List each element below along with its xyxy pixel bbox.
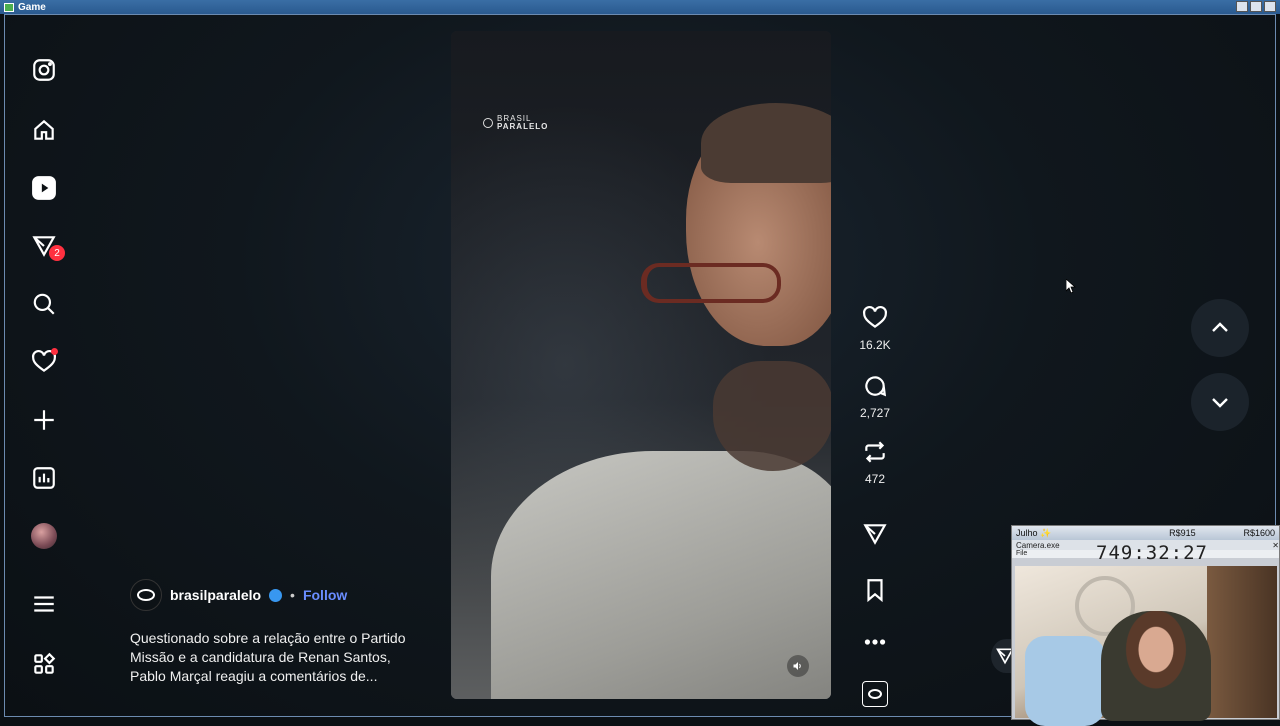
watermark-logo-icon (483, 118, 493, 128)
video-subject-body (491, 451, 831, 699)
previous-reel-button[interactable] (1191, 299, 1249, 357)
comment-button[interactable]: 2,727 (855, 373, 895, 420)
profile-avatar[interactable] (29, 521, 59, 551)
post-author: brasilparalelo • Follow (130, 579, 347, 611)
notification-dot (51, 348, 58, 355)
window-titlebar: Game (0, 0, 1280, 14)
heart-icon (863, 305, 887, 328)
search-icon[interactable] (29, 289, 59, 319)
minimize-button[interactable] (1236, 1, 1248, 12)
separator-dot: • (290, 587, 295, 603)
camera-close-icon[interactable]: ✕ (1272, 541, 1279, 550)
app-icon (4, 2, 14, 12)
audio-source-icon (862, 681, 888, 707)
maximize-button[interactable] (1250, 1, 1262, 12)
apps-icon[interactable] (29, 649, 59, 679)
mouse-cursor-icon (1065, 278, 1077, 298)
more-options-button[interactable] (855, 629, 895, 660)
instagram-logo-icon[interactable] (29, 55, 59, 85)
video-watermark: BRASIL PARALELO (483, 115, 548, 131)
author-avatar[interactable] (130, 579, 162, 611)
create-icon[interactable] (29, 405, 59, 435)
author-username[interactable]: brasilparalelo (170, 587, 261, 603)
chevron-down-icon (1212, 398, 1228, 408)
video-subject-beard (713, 361, 831, 471)
window-title: Game (18, 1, 46, 13)
repost-button[interactable]: 472 (855, 439, 895, 486)
window-controls (1236, 1, 1276, 12)
more-menu-icon[interactable] (29, 589, 59, 619)
video-subject-glasses (641, 263, 781, 303)
reels-icon[interactable] (29, 173, 59, 203)
reel-video[interactable]: BRASIL PARALELO (451, 31, 831, 699)
post-caption[interactable]: Questionado sobre a relação entre o Part… (130, 629, 430, 686)
goal-left-label: Julho ✨ (1016, 527, 1052, 538)
home-icon[interactable] (29, 115, 59, 145)
goal-current-amount: R$915 (1169, 528, 1196, 538)
comment-count: 2,727 (859, 406, 891, 420)
send-icon (863, 524, 887, 545)
ellipsis-icon (864, 639, 886, 645)
audio-source-button[interactable] (855, 681, 895, 707)
close-window-button[interactable] (1264, 1, 1276, 12)
follow-button[interactable]: Follow (303, 587, 347, 603)
messages-icon[interactable]: 2 (29, 231, 65, 261)
speaker-icon (793, 662, 801, 670)
sidebar: 2 (5, 15, 85, 716)
goal-target-amount: R$1600 (1243, 528, 1275, 538)
webcam-overlay: Julho ✨ R$915 R$1600 Camera.exe ✕ File 7… (1011, 525, 1280, 726)
video-subject-hair (701, 103, 831, 183)
like-button[interactable]: 16.2K (855, 305, 895, 352)
bookmark-icon (867, 579, 883, 603)
webcam-chair (1025, 636, 1105, 726)
webcam-feed (1015, 566, 1277, 726)
camera-window-title: Camera.exe (1016, 540, 1060, 550)
webcam-furniture (1207, 566, 1277, 718)
next-reel-button[interactable] (1191, 373, 1249, 431)
dashboard-icon[interactable] (29, 463, 59, 493)
avatar (31, 523, 57, 549)
chevron-up-icon (1212, 322, 1228, 332)
share-button[interactable] (855, 521, 895, 552)
messages-badge: 2 (49, 245, 65, 261)
donation-goal-bar: Julho ✨ R$915 R$1600 (1012, 526, 1279, 540)
webcam-person (1101, 611, 1211, 721)
volume-button[interactable] (787, 655, 809, 677)
watermark-line2: PARALELO (497, 122, 549, 131)
verified-badge-icon (269, 588, 283, 602)
repost-count: 472 (864, 472, 886, 486)
like-count: 16.2K (859, 338, 891, 352)
save-button[interactable] (855, 577, 895, 608)
stream-timer: 749:32:27 (1096, 542, 1208, 564)
comment-icon (865, 376, 887, 397)
notifications-icon[interactable] (29, 347, 59, 377)
repost-icon (865, 441, 885, 463)
